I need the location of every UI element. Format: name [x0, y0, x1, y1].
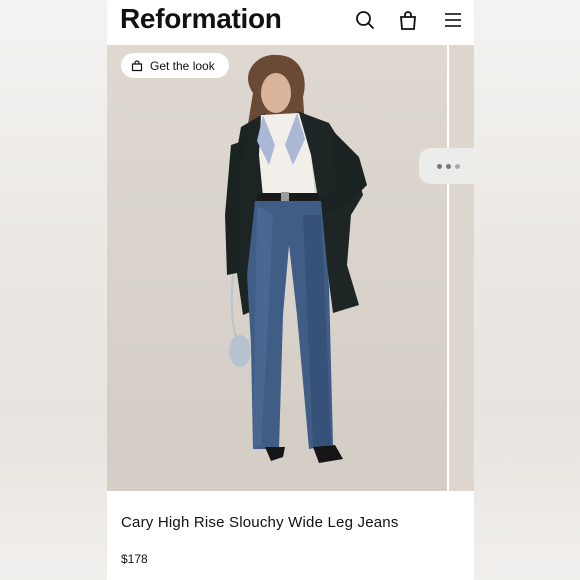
site-header: Reformation: [107, 0, 474, 45]
get-the-look-button[interactable]: Get the look: [121, 53, 229, 78]
brand-logo[interactable]: Reformation: [120, 3, 282, 35]
more-images-button[interactable]: [419, 148, 474, 184]
product-price: $178: [121, 552, 148, 566]
background-left: [0, 0, 107, 580]
bag-icon: [131, 59, 143, 71]
product-page: Reformation Get the look Cary High Rise …: [107, 0, 474, 580]
product-title[interactable]: Cary High Rise Slouchy Wide Leg Jeans: [121, 514, 399, 531]
get-the-look-label: Get the look: [150, 58, 215, 73]
product-image[interactable]: Get the look: [107, 45, 447, 491]
hamburger-menu-icon[interactable]: [442, 9, 464, 31]
shopping-bag-icon[interactable]: [397, 9, 419, 31]
product-info: Cary High Rise Slouchy Wide Leg Jeans $1…: [107, 491, 474, 580]
dot-icon: [437, 163, 442, 169]
dot-icon: [455, 163, 460, 169]
dot-icon: [446, 163, 451, 169]
search-icon[interactable]: [354, 9, 376, 31]
next-image-peek[interactable]: [449, 45, 474, 491]
background-right: [474, 0, 580, 580]
model-photo: [107, 54, 447, 491]
